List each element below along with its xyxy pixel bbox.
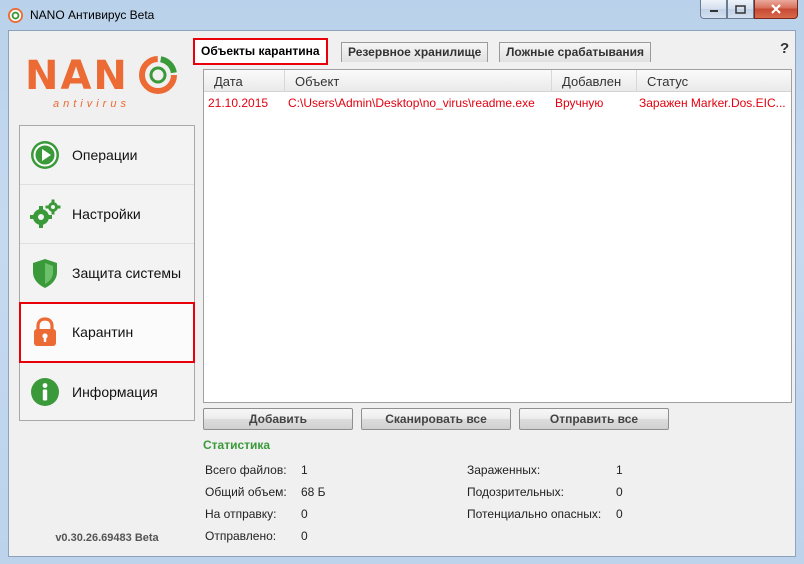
stat-total-files-label: Всего файлов: [205, 463, 287, 477]
version-label: v0.30.26.69483 Beta [55, 532, 159, 544]
tab-quarantine-objects[interactable]: Объекты карантина [193, 38, 328, 65]
sidebar-item-operations[interactable]: Операции [20, 126, 194, 185]
stat-sent-label: Отправлено: [205, 529, 277, 543]
tab-backup-storage[interactable]: Резервное хранилище [341, 42, 489, 62]
sidebar-item-protection[interactable]: Защита системы [20, 244, 194, 303]
play-icon [31, 141, 59, 169]
sidebar-item-label: Настройки [72, 206, 141, 222]
stat-total-size-value: 68 Б [301, 485, 326, 499]
minimize-icon [709, 10, 718, 12]
cell-date: 21.10.2015 [208, 96, 269, 110]
cell-object: C:\Users\Admin\Desktop\no_virus\readme.e… [288, 96, 535, 110]
title-bar: NANO Антивирус Beta [0, 0, 804, 30]
stat-dangerous-label: Потенциально опасных: [467, 507, 602, 521]
stat-sent-value: 0 [301, 529, 308, 543]
cell-added: Вручную [555, 96, 604, 110]
window-title: NANO Антивирус Beta [30, 8, 155, 22]
quarantine-table: Дата Объект Добавлен Статус 21.10.2015 C… [203, 69, 792, 403]
scan-all-button[interactable]: Сканировать все [361, 408, 511, 430]
sidebar-item-label: Защита системы [72, 265, 182, 281]
stat-suspicious-label: Подозрительных: [467, 485, 564, 499]
sidebar-item-settings[interactable]: Настройки [20, 185, 194, 244]
close-button[interactable] [754, 0, 798, 19]
info-icon [31, 377, 59, 406]
sidebar-item-label: Информация [72, 383, 158, 400]
lock-icon [34, 317, 56, 346]
sidebar-item-info[interactable]: Информация [20, 362, 194, 421]
sidebar-item-label: Карантин [72, 324, 134, 340]
column-header-object[interactable]: Объект [285, 70, 552, 92]
cell-status: Заражен Marker.Dos.EIC... [639, 96, 786, 110]
stat-infected-label: Зараженных: [467, 463, 541, 477]
stat-total-files-value: 1 [301, 463, 308, 477]
table-header: Дата Объект Добавлен Статус [204, 70, 791, 92]
sidebar-item-quarantine[interactable]: Карантин [19, 302, 195, 363]
column-header-date[interactable]: Дата [204, 70, 285, 92]
column-header-added[interactable]: Добавлен [552, 70, 637, 92]
stats-title: Статистика [203, 438, 271, 452]
app-icon [8, 8, 23, 23]
logo-subtitle: antivirus [53, 98, 130, 110]
minimize-button[interactable] [700, 0, 727, 19]
column-header-status[interactable]: Статус [637, 70, 791, 92]
maximize-button[interactable] [727, 0, 754, 19]
main-window: NAN antivirus Операции Настройки Защита … [8, 30, 796, 557]
sidebar: Операции Настройки Защита системы Карант… [19, 125, 195, 421]
maximize-icon [735, 4, 746, 14]
table-row[interactable]: 21.10.2015 C:\Users\Admin\Desktop\no_vir… [204, 94, 791, 112]
stat-to-send-label: На отправку: [205, 507, 277, 521]
stat-dangerous-value: 0 [616, 507, 623, 521]
close-icon [771, 4, 781, 14]
nano-logo: NAN antivirus [25, 51, 185, 110]
logo-ring-icon [139, 56, 177, 94]
stat-infected-value: 1 [616, 463, 623, 477]
help-icon[interactable]: ? [780, 40, 789, 57]
stat-total-size-label: Общий объем: [205, 485, 287, 499]
shield-icon [33, 259, 57, 288]
sidebar-item-label: Операции [72, 147, 138, 163]
add-button[interactable]: Добавить [203, 408, 353, 430]
gears-icon [30, 199, 61, 228]
stat-to-send-value: 0 [301, 507, 308, 521]
logo-text: NAN [25, 53, 129, 99]
stat-suspicious-value: 0 [616, 485, 623, 499]
send-all-button[interactable]: Отправить все [519, 408, 669, 430]
tab-false-positives[interactable]: Ложные срабатывания [499, 42, 652, 62]
